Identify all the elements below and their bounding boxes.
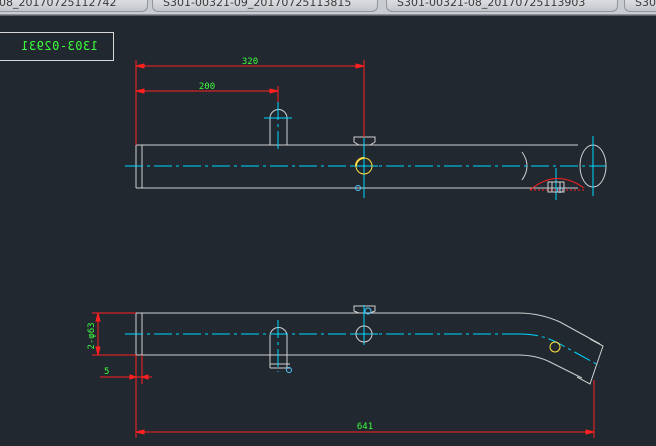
top-centerlines	[125, 102, 606, 167]
tab-label: S30	[635, 0, 656, 9]
bottom-view	[92, 305, 604, 438]
tab-drawing-4[interactable]: S30	[624, 0, 656, 12]
top-view	[125, 60, 607, 200]
tab-drawing-3[interactable]: S301-00321-08_20170725113903	[386, 0, 618, 12]
top-right-fitting	[529, 178, 586, 193]
tab-label: S301-00321-08_20170725113903	[397, 0, 586, 9]
tab-drawing-1[interactable]: 08_20170725112742	[0, 0, 148, 12]
top-dimension-labels: 320 200	[199, 57, 258, 92]
tab-label: 08_20170725112742	[0, 0, 117, 9]
dim-641-label: 641	[357, 422, 373, 432]
top-dimensions	[135, 60, 365, 145]
dim-diameter-label: 2-φ63	[87, 322, 97, 349]
bottom-centerlines	[125, 320, 601, 372]
document-tab-bar: 08_20170725112742 S301-00321-09_20170725…	[0, 0, 656, 15]
dim-320-label: 320	[242, 57, 258, 67]
dim-200-label: 200	[199, 82, 215, 92]
top-pipe-outline	[135, 109, 607, 189]
bottom-dimensions	[92, 312, 595, 438]
dim-5-label: 5	[104, 367, 109, 377]
bottom-right-marker	[549, 341, 561, 353]
bottom-pipe-outline	[135, 305, 604, 385]
tab-label: S301-00321-09_20170725113815	[163, 0, 352, 9]
cad-drawing-canvas[interactable]: 320 200 641 5 2-φ63	[0, 16, 656, 446]
tab-drawing-2[interactable]: S301-00321-09_20170725113815	[152, 0, 378, 12]
